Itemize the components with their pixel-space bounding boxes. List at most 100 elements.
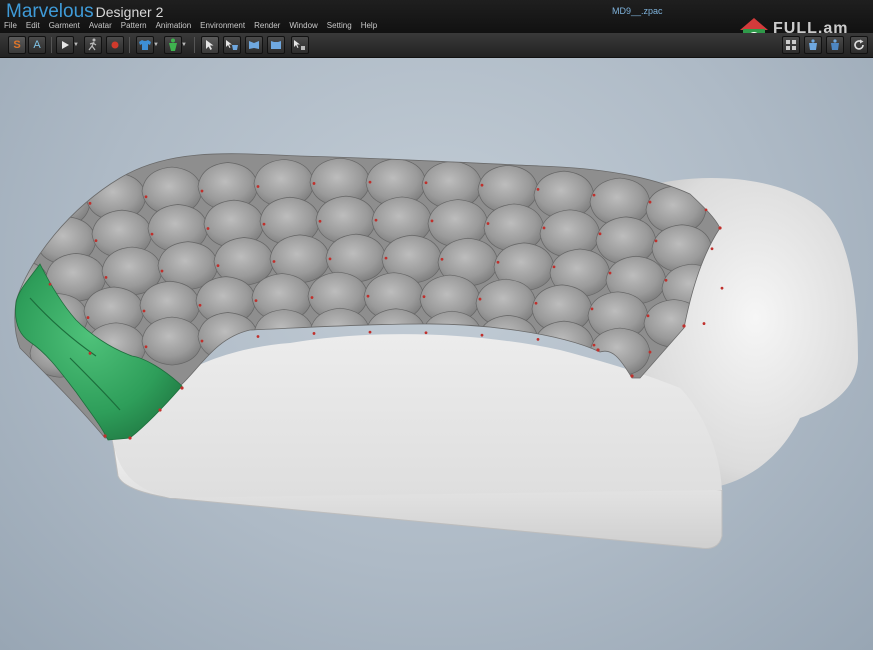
chevron-down-icon: ▼	[153, 42, 159, 48]
menu-setting[interactable]: Setting	[327, 20, 352, 32]
menu-window[interactable]: Window	[289, 20, 317, 32]
pin-point	[88, 201, 92, 205]
grid-view-button[interactable]	[782, 36, 800, 54]
menu-edit[interactable]: Edit	[26, 20, 40, 32]
pin-point	[366, 294, 370, 298]
menu-avatar[interactable]: Avatar	[89, 20, 112, 32]
toolbar-separator	[129, 37, 130, 53]
pin-point	[158, 408, 162, 412]
flatten-tool-button[interactable]	[267, 36, 285, 54]
pin-point	[664, 278, 668, 282]
pin-point	[200, 189, 204, 193]
pin-point	[328, 257, 332, 261]
figure-front-icon	[809, 39, 817, 50]
pin-arrow-icon	[294, 40, 305, 50]
pin-point	[630, 374, 634, 378]
menu-help[interactable]: Help	[361, 20, 377, 32]
pin-tool-button[interactable]	[291, 36, 309, 54]
menu-file[interactable]: File	[4, 20, 17, 32]
show-avatar-button[interactable]: ▼	[164, 36, 187, 54]
pin-point	[150, 232, 154, 236]
pin-point	[590, 307, 594, 311]
3d-viewport[interactable]	[0, 58, 873, 650]
pin-point	[310, 296, 314, 299]
refresh-icon	[854, 39, 864, 50]
pin-point	[254, 299, 258, 303]
pin-point	[160, 269, 164, 273]
pin-point	[534, 301, 538, 305]
title-bar: Marvelous Designer 2 MD9__.zpac File Edit…	[0, 0, 873, 47]
pin-point	[430, 219, 434, 223]
pin-point	[718, 226, 722, 230]
pin-point	[424, 331, 428, 335]
figure-back-icon	[831, 39, 839, 50]
pin-point	[480, 333, 484, 337]
pin-point	[128, 436, 132, 440]
animation-mode-button[interactable]: A	[28, 36, 46, 54]
record-button[interactable]	[106, 36, 124, 54]
quilt-puff	[141, 316, 203, 366]
toolbar-separator	[51, 37, 52, 53]
pin-point	[480, 183, 484, 187]
pin-point	[180, 386, 184, 390]
pin-point	[648, 350, 652, 354]
pin-point	[103, 434, 107, 438]
front-view-button[interactable]	[804, 36, 822, 54]
select-mesh-button[interactable]	[223, 36, 241, 54]
menu-garment[interactable]: Garment	[49, 20, 80, 32]
toolbar-separator	[194, 37, 195, 53]
arrow-pattern-icon	[226, 40, 238, 50]
document-file-name: MD9__.zpac	[612, 6, 663, 16]
garment-fold-icon	[249, 41, 259, 49]
walk-button[interactable]	[84, 36, 102, 54]
pin-point	[318, 219, 322, 223]
animation-mode-label: A	[33, 39, 41, 51]
menu-animation[interactable]: Animation	[156, 20, 192, 32]
chevron-down-icon: ▼	[181, 42, 187, 48]
garment-flat-icon	[271, 41, 281, 49]
pin-point	[440, 257, 444, 261]
pin-point	[536, 337, 540, 341]
walking-figure-icon	[88, 38, 97, 51]
grid-icon	[786, 40, 796, 50]
pin-point	[648, 200, 652, 204]
fold-tool-button[interactable]	[245, 36, 263, 54]
back-view-button[interactable]	[826, 36, 844, 54]
simulation-mode-label: S	[13, 39, 21, 51]
pin-point	[496, 260, 500, 264]
pin-point	[88, 351, 92, 355]
pin-point	[598, 232, 602, 236]
pin-point	[200, 339, 204, 343]
menu-pattern[interactable]: Pattern	[121, 20, 147, 32]
reset-view-button[interactable]	[850, 36, 868, 54]
pin-point	[536, 187, 540, 191]
pin-point	[478, 297, 482, 301]
pin-point	[216, 264, 220, 268]
play-button[interactable]: ▼	[56, 36, 79, 54]
pin-point	[654, 239, 658, 243]
pin-point	[206, 227, 210, 230]
pin-point	[424, 181, 428, 185]
simulation-mode-button[interactable]: S	[8, 36, 26, 54]
pin-point	[48, 282, 52, 286]
pin-point	[702, 322, 706, 325]
chevron-down-icon: ▼	[73, 42, 79, 48]
app-title-main: Marvelous	[6, 1, 94, 22]
pin-point	[256, 185, 260, 188]
pin-point	[720, 286, 724, 290]
pin-point	[592, 343, 596, 347]
pin-point	[104, 276, 108, 279]
menu-render[interactable]: Render	[254, 20, 280, 32]
pin-point	[144, 345, 148, 349]
tshirt-icon	[139, 40, 151, 50]
pin-point	[272, 260, 276, 263]
menu-environment[interactable]: Environment	[200, 20, 245, 32]
play-icon	[62, 41, 69, 49]
pin-point	[262, 222, 266, 226]
show-garment-button[interactable]: ▼	[136, 36, 159, 54]
pin-point	[144, 195, 148, 199]
app-window: Marvelous Designer 2 MD9__.zpac File Edit…	[0, 0, 873, 650]
avatar-figure-icon	[169, 38, 177, 51]
pin-point	[542, 226, 546, 230]
select-tool-button[interactable]	[201, 36, 219, 54]
